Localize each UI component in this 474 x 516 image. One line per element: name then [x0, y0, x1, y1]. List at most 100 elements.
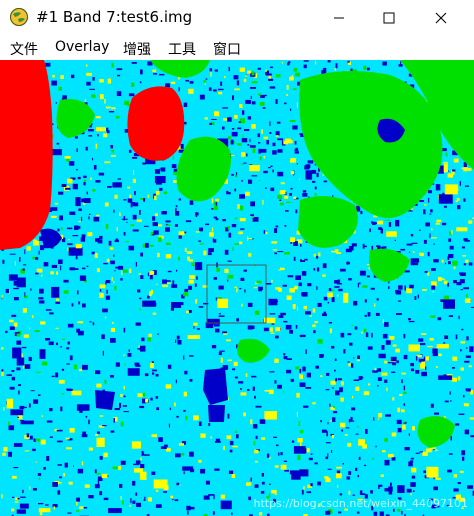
class-pixel — [88, 135, 93, 137]
maximize-button[interactable] — [366, 0, 412, 36]
class-pixel — [248, 496, 251, 501]
class-pixel — [178, 231, 185, 236]
class-pixel — [97, 431, 100, 434]
class-pixel — [327, 301, 330, 304]
class-pixel — [12, 496, 15, 498]
class-pixel — [240, 388, 242, 390]
class-pixel — [286, 369, 292, 374]
class-pixel — [330, 380, 336, 385]
class-pixel — [29, 327, 31, 329]
class-pixel — [33, 399, 39, 404]
class-pixel — [123, 411, 129, 413]
class-pixel — [237, 127, 242, 130]
class-pixel — [93, 216, 100, 222]
class-pixel — [144, 373, 149, 377]
class-pixel — [255, 460, 258, 463]
class-pixel — [339, 493, 343, 496]
class-pixel — [176, 482, 180, 486]
class-pixel — [108, 240, 112, 246]
class-pixel — [241, 303, 243, 307]
class-cluster — [327, 292, 333, 298]
class-pixel — [178, 443, 184, 446]
class-pixel — [258, 286, 263, 292]
class-pixel — [268, 167, 271, 169]
class-pixel — [22, 346, 27, 349]
close-button[interactable] — [418, 0, 464, 36]
class-pixel — [45, 338, 51, 341]
class-pixel — [464, 185, 469, 187]
class-pixel — [388, 486, 393, 492]
class-pixel — [204, 117, 208, 120]
menu-window[interactable]: 窗口 — [213, 39, 241, 59]
class-pixel — [461, 246, 465, 249]
class-pixel — [156, 407, 159, 411]
class-pixel — [263, 170, 268, 174]
class-pixel — [241, 152, 246, 157]
class-pixel — [250, 201, 255, 207]
class-pixel — [165, 83, 171, 88]
class-pixel — [274, 228, 278, 233]
class-pixel — [298, 421, 301, 426]
class-pixel — [419, 363, 425, 369]
class-pixel — [283, 356, 288, 360]
class-pixel — [408, 320, 415, 323]
class-pixel — [236, 288, 238, 293]
class-pixel — [186, 505, 191, 511]
minimize-button[interactable] — [316, 0, 362, 36]
class-pixel — [412, 251, 415, 253]
class-pixel — [242, 110, 245, 115]
class-pixel — [150, 397, 153, 401]
class-pixel — [332, 417, 336, 422]
class-pixel — [270, 66, 273, 69]
class-pixel — [218, 352, 222, 356]
class-pixel — [69, 211, 76, 215]
class-pixel — [363, 328, 367, 333]
class-pixel — [209, 68, 213, 72]
class-pixel — [269, 483, 271, 485]
title-bar[interactable]: #1 Band 7:test6.img — [0, 0, 474, 36]
classified-raster[interactable] — [0, 60, 474, 516]
class-pixel — [203, 302, 209, 305]
menu-overlay[interactable]: Overlay — [55, 39, 109, 55]
class-pixel — [382, 333, 388, 339]
class-pixel — [82, 303, 86, 308]
class-pixel — [159, 187, 163, 191]
classified-image-view[interactable]: https://blog.csdn.net/weixin_44097101 — [0, 60, 474, 516]
class-pixel — [61, 184, 67, 187]
class-pixel — [375, 445, 377, 448]
menu-tools[interactable]: 工具 — [168, 39, 196, 59]
class-pixel — [301, 271, 307, 276]
class-pixel — [240, 163, 244, 165]
class-pixel — [237, 204, 240, 209]
class-pixel — [436, 219, 442, 222]
class-pixel — [214, 324, 220, 327]
class-pixel — [404, 285, 406, 291]
class-pixel — [449, 245, 454, 250]
class-pixel — [132, 500, 136, 504]
class-pixel — [236, 434, 239, 439]
class-pixel — [149, 275, 153, 280]
class-pixel — [463, 287, 469, 290]
class-pixel — [410, 368, 415, 372]
class-pixel — [466, 347, 468, 349]
class-pixel — [463, 403, 469, 407]
class-pixel — [293, 67, 298, 72]
class-pixel — [336, 470, 341, 474]
class-pixel — [227, 413, 230, 419]
class-pixel — [425, 366, 427, 371]
class-pixel — [141, 337, 145, 342]
class-pixel — [303, 405, 309, 408]
class-cluster — [6, 398, 14, 409]
class-pixel — [295, 325, 298, 329]
menu-enhance[interactable]: 增强 — [123, 39, 151, 59]
class-pixel — [317, 302, 322, 307]
class-pixel — [444, 335, 449, 340]
class-pixel — [218, 285, 224, 290]
class-pixel — [368, 267, 371, 270]
class-pixel — [297, 306, 298, 311]
menu-file[interactable]: 文件 — [10, 39, 38, 59]
class-pixel — [14, 261, 16, 266]
class-pixel — [215, 438, 221, 442]
class-pixel — [144, 496, 146, 501]
class-pixel — [228, 470, 234, 474]
